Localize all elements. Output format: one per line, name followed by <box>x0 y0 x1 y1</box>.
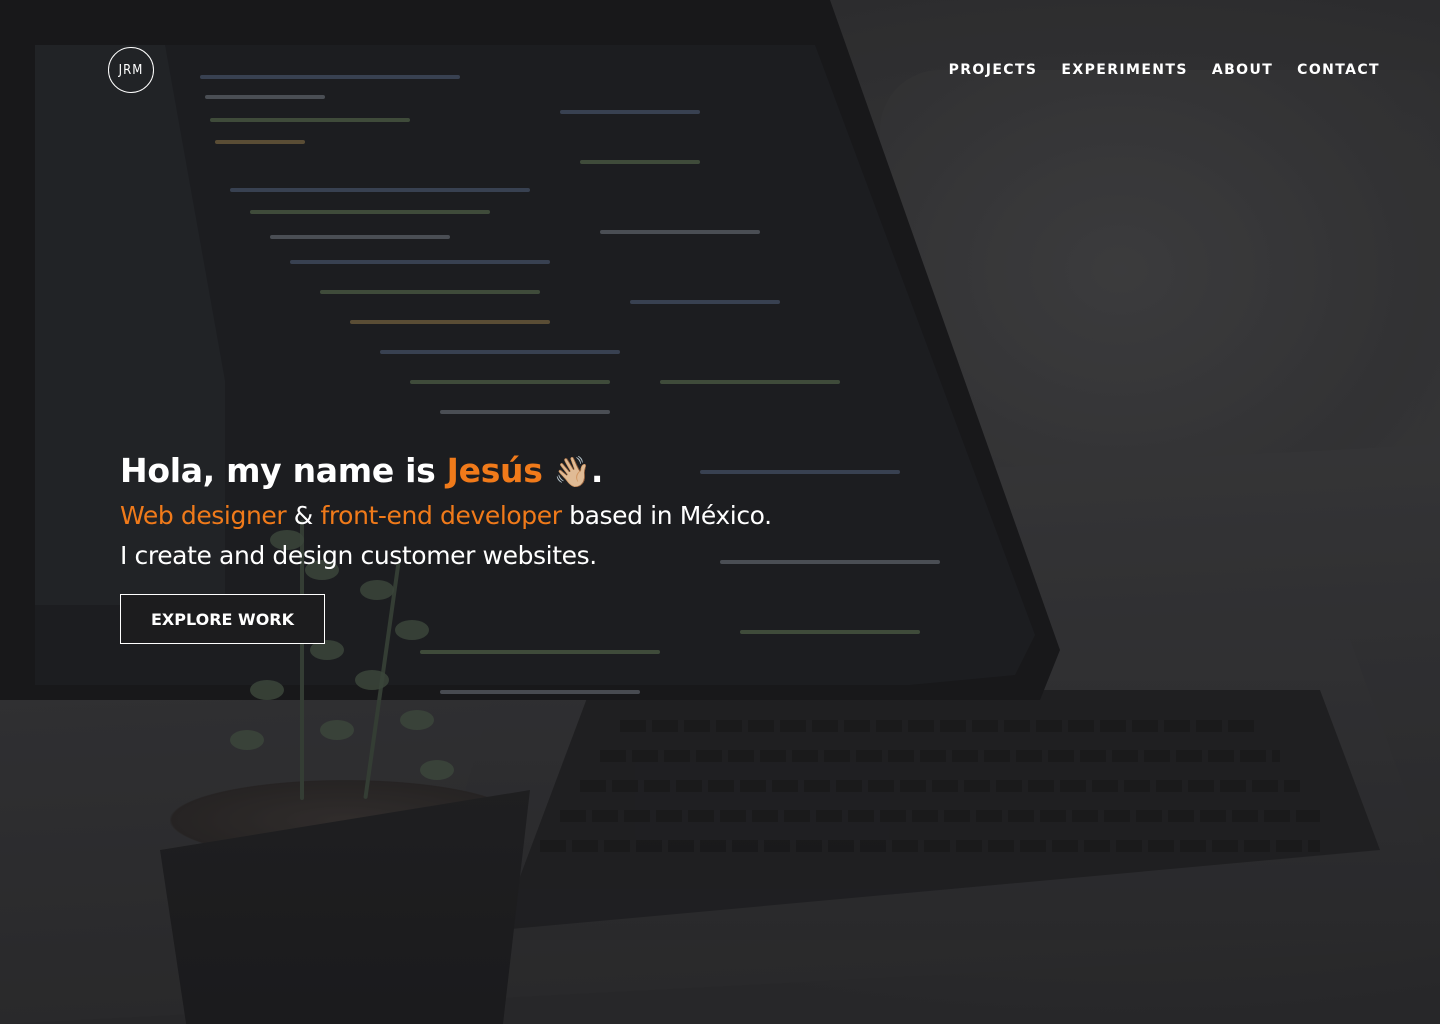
nav-link-contact[interactable]: CONTACT <box>1297 62 1380 78</box>
greeting-prefix: Hola, my name is <box>120 451 447 490</box>
hero-section: Hola, my name is Jesús 👋🏼. Web designer … <box>120 448 772 644</box>
nav-link-projects[interactable]: PROJECTS <box>949 62 1038 78</box>
role-web-designer: Web designer <box>120 501 287 530</box>
hero-tagline: I create and design customer websites. <box>120 541 597 570</box>
nav-link-experiments[interactable]: EXPERIMENTS <box>1061 62 1187 78</box>
logo-text: JRM <box>118 62 144 78</box>
logo[interactable]: JRM <box>108 47 154 93</box>
nav-link-about[interactable]: ABOUT <box>1212 62 1273 78</box>
hero-location: based in México. <box>561 501 772 530</box>
role-front-end-developer: front-end developer <box>320 501 562 530</box>
greeting-suffix: . <box>590 451 604 490</box>
hero-subtitle: Web designer & front-end developer based… <box>120 496 772 536</box>
hero-heading: Hola, my name is Jesús 👋🏼. <box>120 448 772 496</box>
wave-icon: 👋🏼 <box>553 455 591 490</box>
explore-work-button[interactable]: EXPLORE WORK <box>120 594 326 644</box>
hero-name: Jesús <box>446 451 543 490</box>
main-nav: PROJECTS EXPERIMENTS ABOUT CONTACT <box>949 62 1380 78</box>
role-separator: & <box>286 501 321 530</box>
